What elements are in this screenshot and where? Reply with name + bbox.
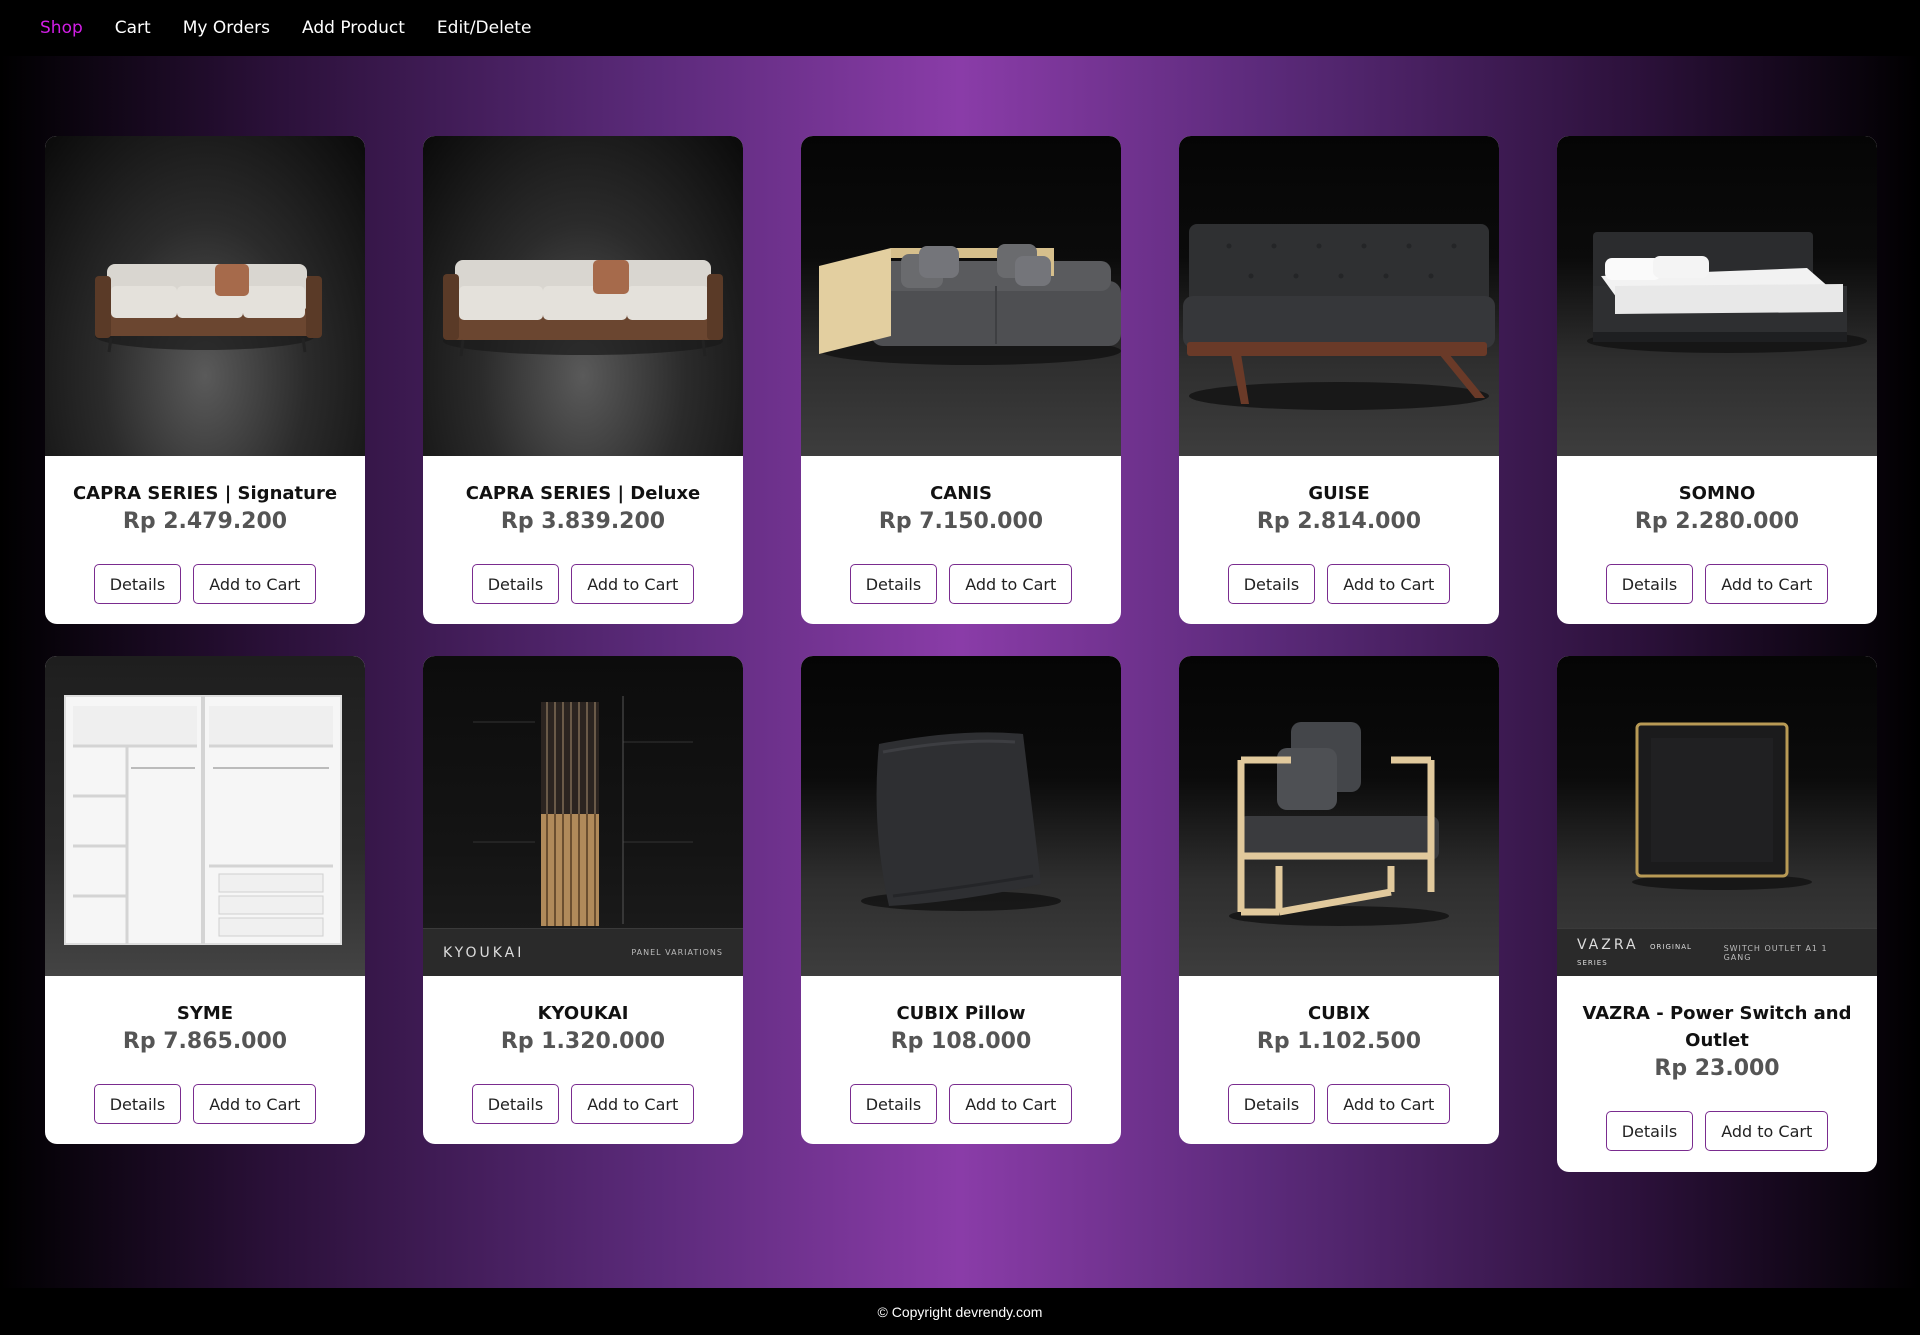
details-button[interactable]: Details xyxy=(849,564,938,604)
add-to-cart-button[interactable]: Add to Cart xyxy=(1705,564,1829,604)
pillow-icon xyxy=(801,656,1121,976)
card-actions: Details Add to Cart xyxy=(1227,564,1451,604)
details-button[interactable]: Details xyxy=(1605,564,1694,604)
product-card: CUBIX Pillow Rp 108.000 Details Add to C… xyxy=(801,656,1121,1144)
product-name: CUBIX Pillow xyxy=(896,1003,1026,1024)
footer: © Copyright devrendy.com xyxy=(0,1288,1920,1335)
copyright-text: © Copyright devrendy.com xyxy=(877,1303,1043,1320)
product-name: VAZRA - Power Switch and Outlet xyxy=(1582,1003,1852,1051)
brand-strip: VAZRA ORIGINAL SERIES SWITCH OUTLET A1 1… xyxy=(1557,928,1877,976)
product-card: SOMNO Rp 2.280.000 Details Add to Cart xyxy=(1557,136,1877,624)
nav-shop[interactable]: Shop xyxy=(40,18,83,38)
brand-logo-text: VAZRA ORIGINAL SERIES xyxy=(1577,936,1692,967)
product-name: SYME xyxy=(176,1003,234,1024)
product-card: CAPRA SERIES | Deluxe Rp 3.839.200 Detai… xyxy=(423,136,743,624)
product-name: CAPRA SERIES | Signature xyxy=(72,483,338,504)
details-button[interactable]: Details xyxy=(93,1084,182,1124)
card-actions: Details Add to Cart xyxy=(93,564,317,604)
product-card: CAPRA SERIES | Signature Rp 2.479.200 De… xyxy=(45,136,365,624)
brand-caption: SWITCH OUTLET A1 1 GANG xyxy=(1723,943,1828,962)
card-actions: Details Add to Cart xyxy=(1605,564,1829,604)
product-card: KYOUKAI PANEL VARIATIONS KYOUKAI Rp 1.32… xyxy=(423,656,743,1144)
nav-my-orders[interactable]: My Orders xyxy=(183,18,270,38)
bed-icon xyxy=(1557,136,1877,456)
product-price: Rp 2.814.000 xyxy=(1256,509,1422,534)
details-button[interactable]: Details xyxy=(1227,1084,1316,1124)
product-card: CUBIX Rp 1.102.500 Details Add to Cart xyxy=(1179,656,1499,1144)
product-price: Rp 2.280.000 xyxy=(1634,509,1800,534)
product-name: GUISE xyxy=(1308,483,1370,504)
add-to-cart-button[interactable]: Add to Cart xyxy=(193,564,317,604)
switch-plate-icon: VAZRA ORIGINAL SERIES SWITCH OUTLET A1 1… xyxy=(1557,656,1877,976)
card-actions: Details Add to Cart xyxy=(1227,1084,1451,1124)
add-to-cart-button[interactable]: Add to Cart xyxy=(571,564,695,604)
card-actions: Details Add to Cart xyxy=(849,1084,1073,1124)
product-gallery: CAPRA SERIES | Signature Rp 2.479.200 De… xyxy=(0,56,1920,1288)
product-price: Rp 1.320.000 xyxy=(500,1029,666,1054)
wall-panel-icon: KYOUKAI PANEL VARIATIONS xyxy=(423,656,743,976)
card-actions: Details Add to Cart xyxy=(1605,1111,1829,1151)
nav-edit-delete[interactable]: Edit/Delete xyxy=(437,18,532,38)
details-button[interactable]: Details xyxy=(471,564,560,604)
product-name: CAPRA SERIES | Deluxe xyxy=(465,483,701,504)
product-card: GUISE Rp 2.814.000 Details Add to Cart xyxy=(1179,136,1499,624)
details-button[interactable]: Details xyxy=(1227,564,1316,604)
add-to-cart-button[interactable]: Add to Cart xyxy=(949,564,1073,604)
product-grid: CAPRA SERIES | Signature Rp 2.479.200 De… xyxy=(45,136,1877,1172)
armchair-icon xyxy=(1179,656,1499,976)
brand-strip: KYOUKAI PANEL VARIATIONS xyxy=(423,928,743,976)
add-to-cart-button[interactable]: Add to Cart xyxy=(1705,1111,1829,1151)
details-button[interactable]: Details xyxy=(849,1084,938,1124)
card-actions: Details Add to Cart xyxy=(849,564,1073,604)
brand-caption: PANEL VARIATIONS xyxy=(631,948,723,957)
nav-add-product[interactable]: Add Product xyxy=(302,18,405,38)
product-price: Rp 7.865.000 xyxy=(122,1029,288,1054)
sofa-walnut-icon xyxy=(45,136,365,456)
product-price: Rp 2.479.200 xyxy=(122,509,288,534)
details-button[interactable]: Details xyxy=(93,564,182,604)
product-price: Rp 108.000 xyxy=(890,1029,1032,1054)
add-to-cart-button[interactable]: Add to Cart xyxy=(1327,564,1451,604)
wardrobe-icon xyxy=(45,656,365,976)
product-card: SYME Rp 7.865.000 Details Add to Cart xyxy=(45,656,365,1144)
product-price: Rp 3.839.200 xyxy=(500,509,666,534)
product-card: VAZRA ORIGINAL SERIES SWITCH OUTLET A1 1… xyxy=(1557,656,1877,1172)
sofa-gray-icon xyxy=(801,136,1121,456)
card-actions: Details Add to Cart xyxy=(471,1084,695,1124)
card-actions: Details Add to Cart xyxy=(93,1084,317,1124)
nav-cart[interactable]: Cart xyxy=(115,18,151,38)
sofa-tufted-icon xyxy=(1179,136,1499,456)
details-button[interactable]: Details xyxy=(1605,1111,1694,1151)
product-card: CANIS Rp 7.150.000 Details Add to Cart xyxy=(801,136,1121,624)
sofa-walnut-long-icon xyxy=(423,136,743,456)
product-price: Rp 23.000 xyxy=(1654,1056,1780,1081)
add-to-cart-button[interactable]: Add to Cart xyxy=(949,1084,1073,1124)
top-navbar: Shop Cart My Orders Add Product Edit/Del… xyxy=(0,0,1920,56)
product-price: Rp 7.150.000 xyxy=(878,509,1044,534)
add-to-cart-button[interactable]: Add to Cart xyxy=(193,1084,317,1124)
product-name: SOMNO xyxy=(1678,483,1756,504)
product-price: Rp 1.102.500 xyxy=(1256,1029,1422,1054)
card-actions: Details Add to Cart xyxy=(471,564,695,604)
add-to-cart-button[interactable]: Add to Cart xyxy=(1327,1084,1451,1124)
product-name: CUBIX xyxy=(1307,1003,1371,1024)
brand-logo-text: KYOUKAI xyxy=(443,944,525,961)
details-button[interactable]: Details xyxy=(471,1084,560,1124)
product-name: KYOUKAI xyxy=(537,1003,629,1024)
product-name: CANIS xyxy=(930,483,992,504)
add-to-cart-button[interactable]: Add to Cart xyxy=(571,1084,695,1124)
